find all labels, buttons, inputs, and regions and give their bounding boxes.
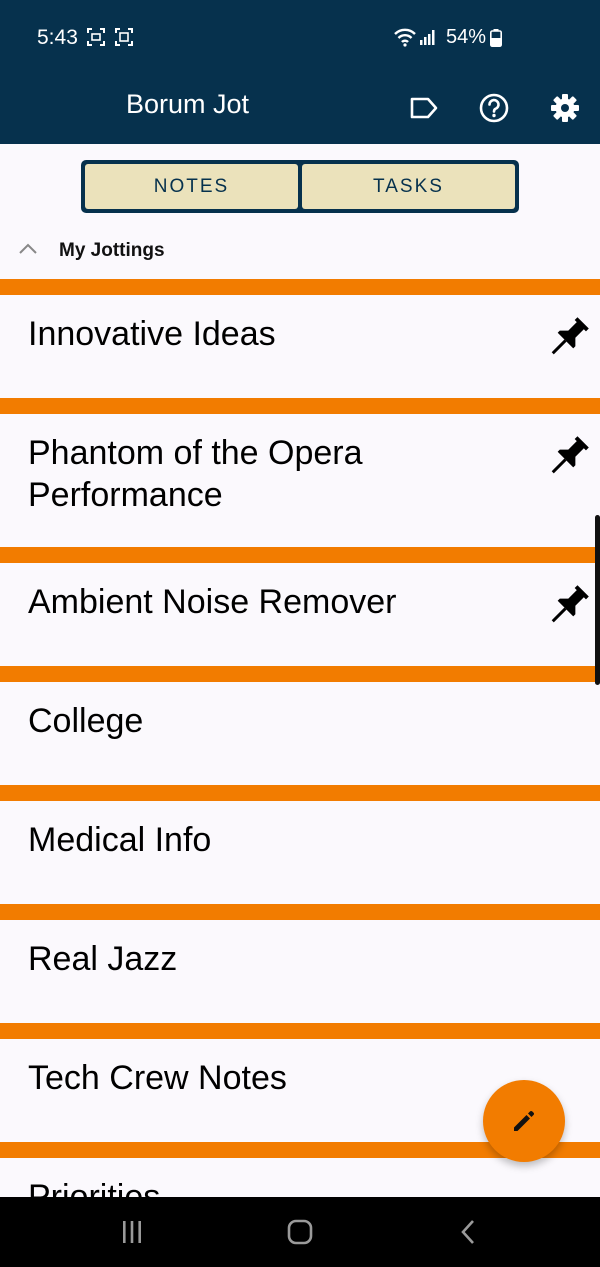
signal-icon [420,30,435,45]
group-title: My Jottings [59,240,165,261]
home-button[interactable] [282,1215,318,1249]
pin-icon[interactable] [543,311,595,363]
note-title: Medical Info [28,821,212,859]
back-button[interactable] [454,1215,482,1249]
list-item[interactable]: Ambient Noise Remover [0,547,600,666]
pencil-icon [514,1110,535,1131]
notes-tasks-tabs: NOTES TASKS [81,160,519,213]
list-item[interactable]: Phantom of the Opera Performance [0,398,600,547]
wifi-icon [394,28,416,47]
system-nav-bar [0,1197,600,1267]
notes-list: Innovative Ideas Phantom of the Opera Pe… [0,279,600,1197]
new-note-button[interactable] [483,1080,565,1162]
pin-icon[interactable] [543,430,595,482]
app-bar: Borum Jot [0,76,600,144]
screenshot-icon [87,28,105,46]
home-icon [287,1219,313,1245]
status-notification-icons [86,27,134,47]
settings-button[interactable] [545,88,585,128]
app-title: Borum Jot [126,89,250,119]
list-item[interactable]: Medical Info [0,785,600,904]
battery-icon [490,29,502,47]
note-title: Ambient Noise Remover [28,583,397,621]
note-title: Tech Crew Notes [28,1059,287,1097]
list-item[interactable]: Innovative Ideas [0,279,600,398]
pin-icon[interactable] [543,579,595,631]
list-item[interactable]: Real Jazz [0,904,600,1023]
scrollbar[interactable] [595,515,600,685]
status-time: 5:43 [37,26,78,49]
screen-record-icon [115,28,133,46]
help-button[interactable] [474,88,514,128]
tab-notes[interactable]: NOTES [85,164,298,209]
note-title: Real Jazz [28,940,178,978]
chevron-up-icon [19,243,37,254]
list-item[interactable]: College [0,666,600,785]
back-icon [461,1220,474,1244]
tab-tasks[interactable]: TASKS [302,164,515,209]
settings-icon [551,94,579,122]
group-header[interactable]: My Jottings [0,232,600,270]
note-title: Priorities [28,1178,161,1197]
label-icon [410,97,438,119]
battery-percentage: 54% [446,26,487,48]
recents-icon [123,1221,141,1243]
note-title: Innovative Ideas [28,315,276,353]
recents-button[interactable] [116,1215,148,1249]
note-title: College [28,702,144,740]
note-title: Phantom of the Opera Performance [28,434,363,514]
labels-button[interactable] [404,88,444,128]
status-bar: 5:43 54% [0,0,600,76]
help-icon [479,93,509,123]
